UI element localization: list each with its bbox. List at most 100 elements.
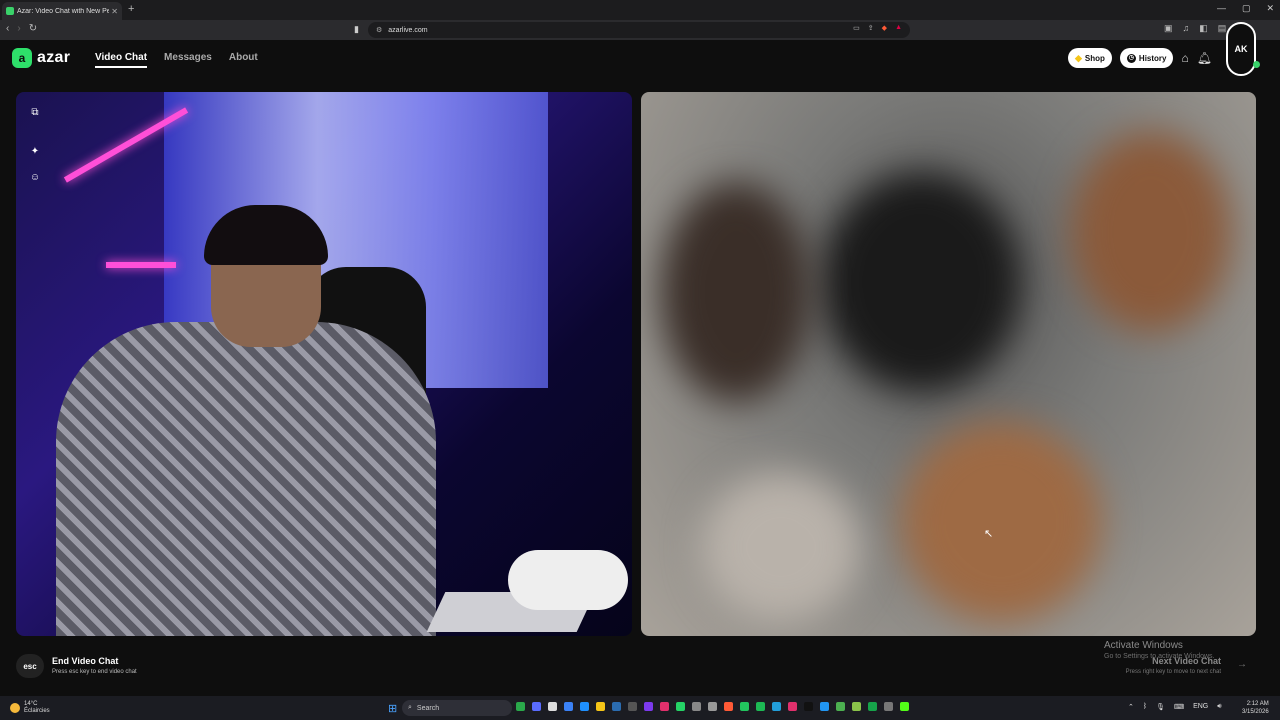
- header-actions: ◆ Shop ◷ History ⌂ 🔔︎: [1068, 48, 1212, 68]
- brave-icon[interactable]: [724, 702, 733, 711]
- cast-icon[interactable]: ▭: [853, 24, 860, 32]
- split-view-icon[interactable]: ◧: [1199, 23, 1208, 34]
- media-icon[interactable]: ♫: [1183, 23, 1190, 34]
- file-explorer-icon[interactable]: [596, 702, 605, 711]
- weather-widget[interactable]: 14°C Éclaircies: [10, 701, 50, 715]
- url-text: azarlive.com: [388, 26, 428, 34]
- wallet-icon[interactable]: ▤: [1218, 23, 1227, 34]
- minimize-button[interactable]: —: [1217, 3, 1226, 14]
- tiktok-icon[interactable]: [804, 702, 813, 711]
- taskbar-search-label: Search: [416, 704, 440, 712]
- azar-logo-mark: a: [12, 48, 32, 68]
- photos-icon[interactable]: [580, 702, 589, 711]
- bell-icon[interactable]: 🔔︎: [1197, 51, 1212, 65]
- taskbar-clock[interactable]: 2:12 AM 3/15/2026: [1242, 700, 1269, 716]
- xbox-icon[interactable]: [516, 702, 525, 711]
- address-bar[interactable]: ⚙ azarlive.com ▭ ⇪ ◆ ▲: [368, 22, 910, 38]
- magic-wand-icon[interactable]: ✦: [28, 145, 42, 159]
- steam-icon[interactable]: [628, 702, 637, 711]
- weather-sun-icon: [10, 703, 20, 713]
- app-icon[interactable]: [884, 702, 893, 711]
- bluetooth-icon[interactable]: ᛒ: [1143, 703, 1147, 711]
- windows-start-icon[interactable]: ⊞: [388, 702, 397, 715]
- avatar-initials: AK: [1234, 44, 1248, 54]
- app-icon[interactable]: [708, 702, 717, 711]
- back-icon[interactable]: ‹: [6, 23, 9, 34]
- mouse-cursor: ↖: [984, 528, 994, 540]
- user-hair: [204, 205, 328, 265]
- instagram-icon[interactable]: [788, 702, 797, 711]
- face-filter-icon[interactable]: ☺: [28, 171, 42, 185]
- instagram-icon[interactable]: [660, 702, 669, 711]
- local-user-figure: [56, 205, 436, 636]
- close-window-button[interactable]: ✕: [1266, 3, 1274, 14]
- window-controls: — ▢ ✕: [1217, 3, 1274, 14]
- keyboard-icon[interactable]: ⌨: [1174, 703, 1184, 711]
- azar-logo[interactable]: a azar: [12, 48, 70, 68]
- brave-rewards-icon[interactable]: ▲: [895, 24, 902, 32]
- user-jacket: [56, 322, 436, 636]
- browser-toolbar: ‹ › ↻ ▮ ⚙ azarlive.com ▭ ⇪ ◆ ▲ ▣ ♫ ◧ ▤: [0, 20, 1280, 40]
- whatsapp-icon[interactable]: [676, 702, 685, 711]
- nav-about[interactable]: About: [229, 52, 258, 68]
- blur-region: [821, 172, 1021, 392]
- volume-icon[interactable]: 🔊︎: [1217, 703, 1221, 711]
- nav-video-chat[interactable]: Video Chat: [95, 52, 148, 68]
- clock-date: 3/15/2026: [1242, 709, 1269, 715]
- browser-nav: ‹ › ↻: [6, 23, 37, 34]
- shop-button[interactable]: ◆ Shop: [1068, 48, 1112, 68]
- windows-taskbar: 14°C Éclaircies ⊞ ⌕ Search ⌃ ᛒ 🎙︎ ⌨ ENG …: [0, 696, 1280, 720]
- history-button[interactable]: ◷ History: [1119, 48, 1174, 68]
- forward-icon[interactable]: ›: [17, 23, 20, 34]
- edge-icon[interactable]: [564, 702, 573, 711]
- browser-tabstrip: Azar: Video Chat with New Pe ✕ + — ▢ ✕: [0, 0, 1280, 20]
- sidebar-icon[interactable]: ▣: [1164, 23, 1173, 34]
- clock-icon: ◷: [1126, 53, 1136, 63]
- reload-icon[interactable]: ↻: [29, 23, 37, 34]
- spotify-icon[interactable]: [756, 702, 765, 711]
- notepad-icon[interactable]: [548, 702, 557, 711]
- site-info-icon[interactable]: ⚙: [376, 26, 382, 34]
- language-indicator[interactable]: ENG: [1193, 703, 1208, 711]
- microphone-icon[interactable]: 🎙︎: [1156, 703, 1165, 711]
- tab-title: Azar: Video Chat with New Pe: [17, 7, 110, 15]
- app-icon[interactable]: [740, 702, 749, 711]
- tray-chevron-icon[interactable]: ⌃: [1128, 703, 1134, 711]
- activate-windows-watermark: Activate Windows: [1104, 640, 1183, 651]
- arrow-right-icon[interactable]: →: [1234, 657, 1250, 673]
- maximize-button[interactable]: ▢: [1242, 3, 1251, 14]
- nav-messages[interactable]: Messages: [164, 52, 212, 68]
- end-video-chat-title[interactable]: End Video Chat: [52, 656, 118, 666]
- store-app-icon[interactable]: [612, 702, 621, 711]
- blur-region: [901, 422, 1101, 622]
- picture-in-picture-icon[interactable]: ⧉: [28, 106, 42, 120]
- main-nav: Video Chat Messages About: [95, 52, 258, 68]
- excel-icon[interactable]: [868, 702, 877, 711]
- copilot-icon[interactable]: [532, 702, 541, 711]
- bookmark-icon[interactable]: ▮: [354, 24, 359, 35]
- telegram-icon[interactable]: [772, 702, 781, 711]
- app-icon[interactable]: [820, 702, 829, 711]
- settings-icon[interactable]: [692, 702, 701, 711]
- store-icon[interactable]: ⌂: [1181, 51, 1188, 65]
- esc-key-badge[interactable]: esc: [16, 654, 44, 678]
- blur-region: [1071, 132, 1231, 332]
- system-tray: ⌃ ᛒ 🎙︎ ⌨ ENG 🔊︎: [1128, 703, 1222, 711]
- app-icon[interactable]: [836, 702, 845, 711]
- kick-icon[interactable]: [900, 702, 909, 711]
- taskbar-search[interactable]: ⌕ Search: [402, 700, 512, 716]
- tab-close-icon[interactable]: ✕: [111, 7, 118, 16]
- blur-region: [701, 472, 861, 622]
- obs-icon[interactable]: [644, 702, 653, 711]
- share-icon[interactable]: ⇪: [868, 24, 874, 32]
- history-label: History: [1138, 53, 1167, 63]
- search-icon: ⌕: [408, 704, 412, 711]
- next-video-chat-title[interactable]: Next Video Chat: [1152, 656, 1221, 666]
- user-avatar[interactable]: AK: [1226, 22, 1256, 76]
- new-tab-button[interactable]: +: [128, 3, 134, 15]
- shop-label: Shop: [1084, 53, 1105, 63]
- brave-shields-icon[interactable]: ◆: [882, 24, 887, 32]
- address-bar-icons: ▭ ⇪ ◆ ▲: [853, 24, 902, 32]
- browser-tab[interactable]: Azar: Video Chat with New Pe ✕: [2, 2, 122, 20]
- app-icon[interactable]: [852, 702, 861, 711]
